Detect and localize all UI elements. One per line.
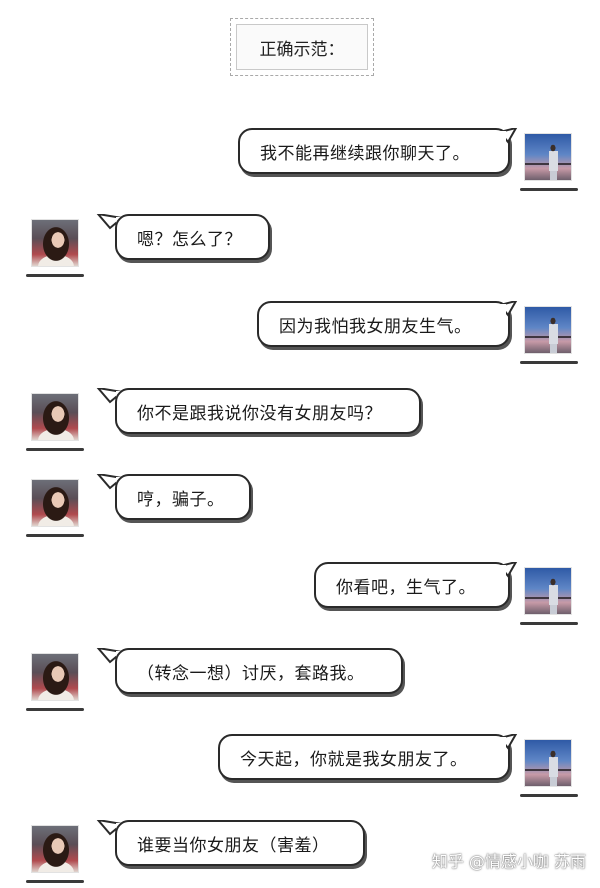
chat-bubble[interactable]: 你不是跟我说你没有女朋友吗？	[115, 388, 421, 434]
bubble-tail	[498, 301, 518, 317]
message-text: 今天起，你就是我女朋友了。	[240, 749, 468, 770]
bubble-tail	[498, 562, 518, 578]
contact-avatar[interactable]	[31, 653, 79, 701]
message-text: 哼，骗子。	[137, 489, 225, 510]
avatar-underline	[26, 274, 84, 277]
avatar-underline	[520, 622, 578, 625]
chat-bubble[interactable]: 嗯？怎么了？	[115, 214, 270, 260]
avatar-underline	[520, 361, 578, 364]
bubble-tail	[498, 128, 518, 144]
avatar-underline	[26, 448, 84, 451]
message-text: 谁要当你女朋友（害羞）	[137, 835, 330, 856]
chat-bubble[interactable]: 你看吧，生气了。	[314, 562, 510, 608]
chat-bubble[interactable]: 谁要当你女朋友（害羞）	[115, 820, 365, 866]
bubble-tail	[498, 734, 518, 750]
message-text: （转念一想）讨厌，套路我。	[137, 663, 365, 684]
chat-bubble[interactable]: 我不能再继续跟你聊天了。	[238, 128, 510, 174]
chat-bubble[interactable]: 今天起，你就是我女朋友了。	[218, 734, 510, 780]
contact-avatar[interactable]	[31, 219, 79, 267]
page-title: 正确示范：	[236, 24, 368, 70]
avatar-underline	[520, 188, 578, 191]
avatar-underline	[26, 534, 84, 537]
zhihu-watermark: 知乎 @情感小咖 苏雨	[431, 852, 586, 871]
message-text: 因为我怕我女朋友生气。	[279, 316, 472, 337]
contact-avatar[interactable]	[31, 825, 79, 873]
chat-bubble[interactable]: 哼，骗子。	[115, 474, 251, 520]
contact-avatar[interactable]	[31, 393, 79, 441]
my-avatar[interactable]	[524, 567, 572, 615]
avatar-underline	[26, 880, 84, 883]
contact-avatar[interactable]	[31, 479, 79, 527]
chat-bubble[interactable]: （转念一想）讨厌，套路我。	[115, 648, 403, 694]
chat-bubble[interactable]: 因为我怕我女朋友生气。	[257, 301, 510, 347]
message-text: 你不是跟我说你没有女朋友吗？	[137, 403, 382, 424]
message-text: 我不能再继续跟你聊天了。	[260, 143, 470, 164]
message-text: 嗯？怎么了？	[137, 229, 242, 250]
my-avatar[interactable]	[524, 133, 572, 181]
avatar-underline	[520, 794, 578, 797]
message-text: 你看吧，生气了。	[336, 577, 476, 598]
my-avatar[interactable]	[524, 739, 572, 787]
my-avatar[interactable]	[524, 306, 572, 354]
avatar-underline	[26, 708, 84, 711]
page-title-frame: 正确示范：	[230, 18, 374, 76]
